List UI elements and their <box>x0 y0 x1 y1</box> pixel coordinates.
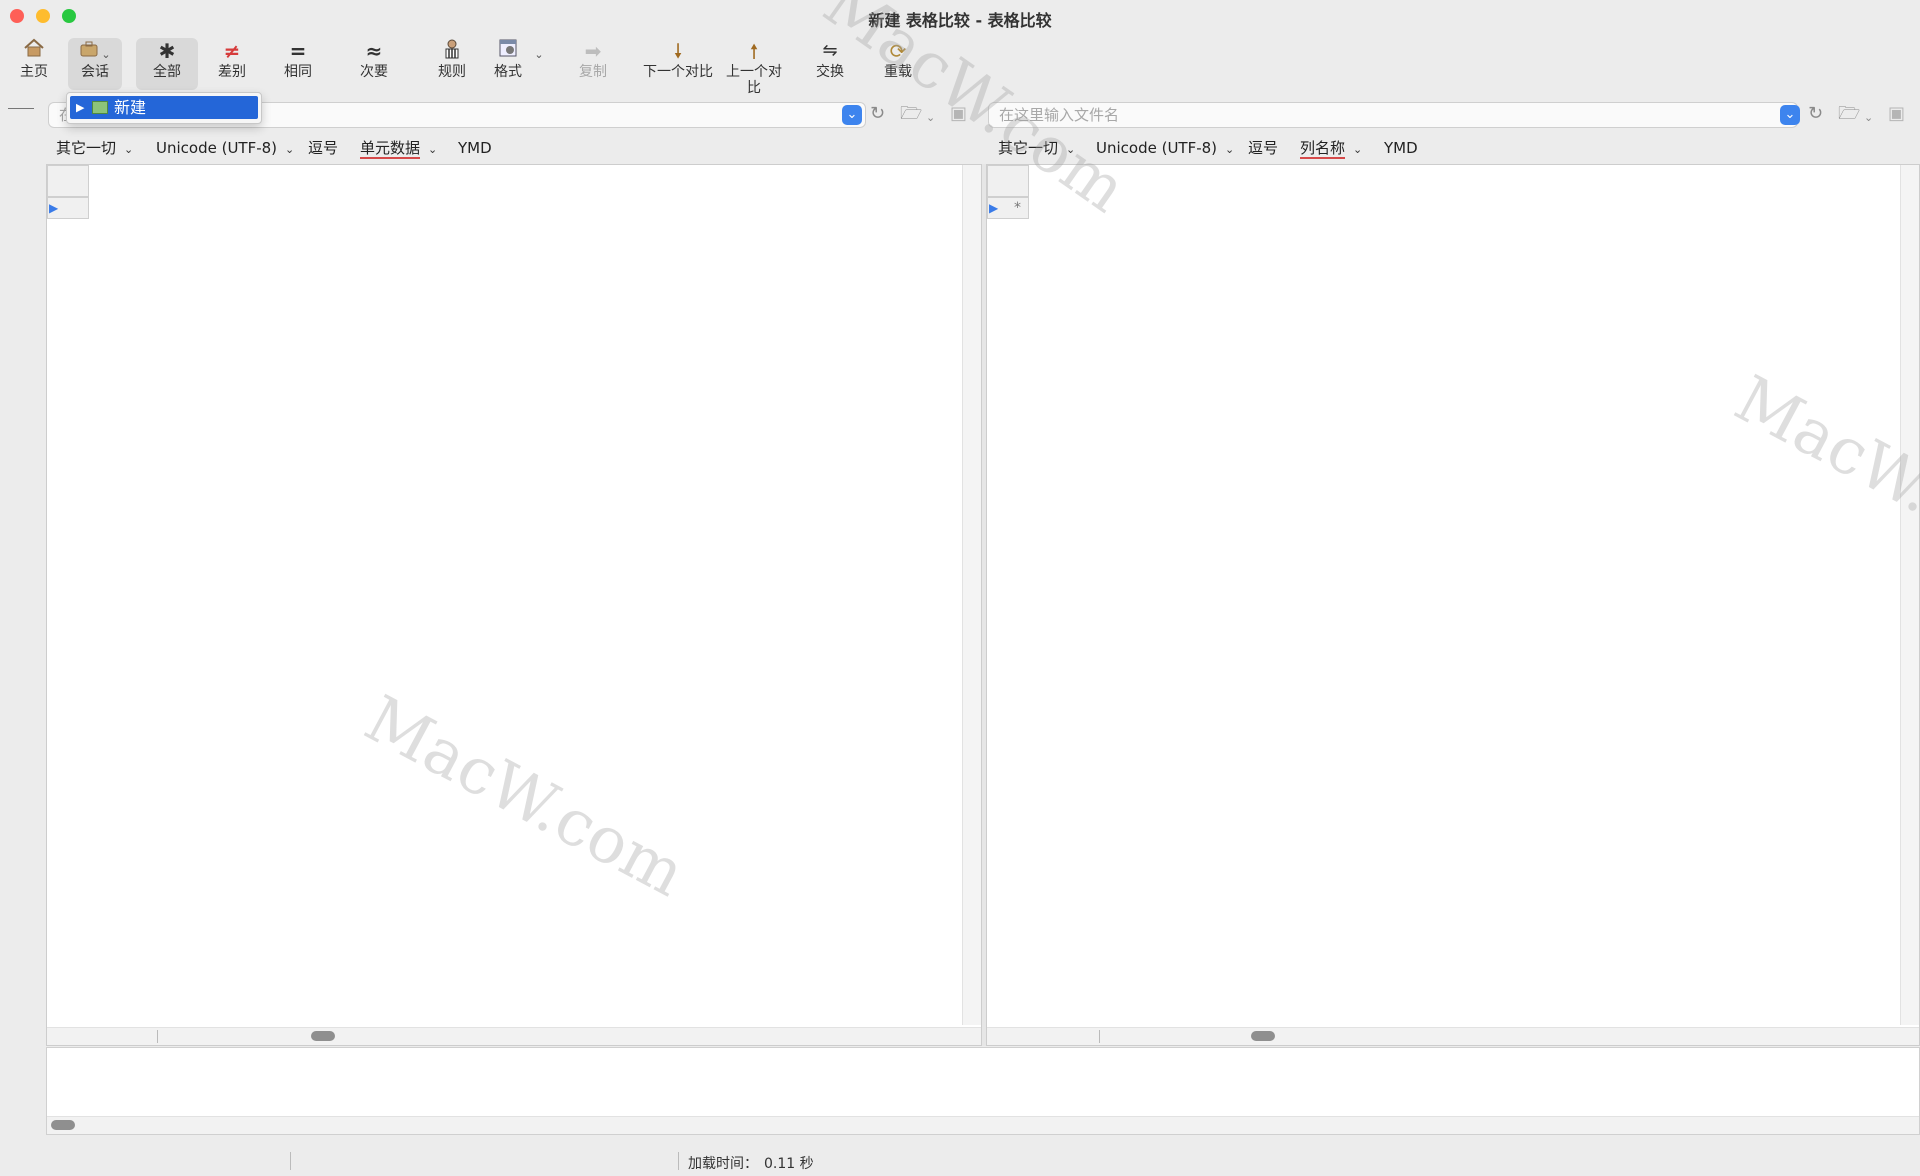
left-save-icon[interactable]: ▣ <box>950 104 967 124</box>
arrow-up-icon: 🠕 <box>749 39 759 63</box>
reload-button[interactable]: ⟳ 重载 <box>876 38 920 90</box>
show-minor-button[interactable]: ≈ 次要 <box>352 38 396 90</box>
detail-panel <box>46 1047 1920 1135</box>
disclosure-triangle-icon[interactable]: ▶ <box>76 96 84 119</box>
asterisk-icon: ✱ <box>158 39 176 63</box>
prev-diff-button[interactable]: 🠕 上一个对比 <box>724 38 784 96</box>
left-vertical-scrollbar[interactable] <box>962 165 981 1025</box>
right-table-grid[interactable]: ▶ * <box>986 164 1920 1046</box>
left-encoding-select[interactable]: Unicode (UTF-8) ⌄ <box>156 135 294 163</box>
format-button[interactable]: ⌄ 格式 <box>490 38 552 90</box>
load-time-label: 加载时间： <box>688 1156 758 1172</box>
right-path-input[interactable] <box>989 103 1797 127</box>
status-bar: 加载时间： 0.11 秒 <box>0 1148 1920 1176</box>
left-open-folder-icon[interactable]: 🗁 <box>900 104 922 124</box>
session-menu: ▶ 新建 <box>66 92 262 124</box>
session-file-icon <box>92 101 108 114</box>
left-open-dropdown-icon[interactable]: ⌄ <box>926 108 935 128</box>
right-path-field[interactable] <box>988 102 1798 128</box>
left-corner-cell <box>47 165 89 197</box>
copy-button[interactable]: ➡ 复制 <box>572 38 614 90</box>
left-filter-select[interactable]: 其它一切 ⌄ <box>56 135 133 163</box>
right-save-icon[interactable]: ▣ <box>1888 104 1905 124</box>
right-corner-cell <box>987 165 1029 197</box>
right-delimiter-select[interactable]: 逗号 <box>1248 135 1278 161</box>
load-time-value: 0.11 秒 <box>764 1156 814 1172</box>
right-history-dropdown[interactable]: ⌄ <box>1780 105 1800 125</box>
left-scroll-thumb[interactable] <box>311 1031 335 1041</box>
show-same-button[interactable]: = 相同 <box>276 38 320 90</box>
left-table-grid[interactable]: ▶ <box>46 164 982 1046</box>
right-open-dropdown-icon[interactable]: ⌄ <box>1864 108 1873 128</box>
left-history-dropdown[interactable]: ⌄ <box>842 105 862 125</box>
swap-icon: ⇋ <box>822 40 838 61</box>
house-icon <box>14 38 54 64</box>
left-date-format[interactable]: YMD <box>458 135 492 161</box>
right-horizontal-scrollbar[interactable] <box>987 1027 1919 1045</box>
approx-icon: ≈ <box>365 39 383 63</box>
home-button[interactable]: 主页 <box>14 38 54 90</box>
right-filter-select[interactable]: 其它一切 ⌄ <box>998 135 1075 163</box>
current-row-arrow-icon: ▶ <box>989 201 999 215</box>
swap-button[interactable]: ⇋ 交换 <box>808 38 852 90</box>
right-date-format[interactable]: YMD <box>1384 135 1418 161</box>
show-diffs-button[interactable]: ≠ 差别 <box>210 38 254 90</box>
session-menu-item-new[interactable]: ▶ 新建 <box>70 96 258 119</box>
session-button[interactable]: ⌄ 会话 <box>68 38 122 90</box>
arrow-right-icon: ➡ <box>584 39 602 63</box>
arrow-down-icon: 🠗 <box>673 39 683 63</box>
referee-icon <box>430 38 474 64</box>
left-horizontal-scrollbar[interactable] <box>47 1027 981 1045</box>
window-title: 新建 表格比较 - 表格比较 <box>868 11 1052 30</box>
briefcase-icon: ⌄ <box>68 38 122 64</box>
reload-icon: ⟳ <box>889 39 907 63</box>
left-header-select[interactable]: 单元数据 ⌄ <box>360 135 437 163</box>
left-row-header[interactable]: ▶ <box>47 197 89 219</box>
right-options-row: 其它一切 ⌄ Unicode (UTF-8) ⌄ 逗号 列名称 ⌄ YMD <box>988 135 1920 161</box>
show-all-button[interactable]: ✱ 全部 <box>136 38 198 90</box>
right-scroll-thumb[interactable] <box>1251 1031 1275 1041</box>
right-open-folder-icon[interactable]: 🗁 <box>1838 104 1860 124</box>
left-delimiter-select[interactable]: 逗号 <box>308 135 338 161</box>
detail-horizontal-scrollbar[interactable] <box>47 1116 1919 1134</box>
title-bar: 新建 表格比较 - 表格比较 <box>0 0 1920 34</box>
rules-button[interactable]: 规则 <box>430 38 474 90</box>
right-vertical-scrollbar[interactable] <box>1900 165 1919 1025</box>
right-header-select[interactable]: 列名称 ⌄ <box>1300 135 1362 163</box>
current-row-arrow-icon: ▶ <box>49 201 59 215</box>
left-reload-icon[interactable]: ↻ <box>870 104 885 124</box>
new-row-marker: * <box>1014 200 1021 216</box>
right-encoding-select[interactable]: Unicode (UTF-8) ⌄ <box>1096 135 1234 163</box>
next-diff-button[interactable]: 🠗 下一个对比 <box>640 38 716 90</box>
not-equal-icon: ≠ <box>223 39 241 63</box>
right-row-header[interactable]: ▶ * <box>987 197 1029 219</box>
equals-icon: = <box>289 39 307 63</box>
left-options-row: 其它一切 ⌄ Unicode (UTF-8) ⌄ 逗号 单元数据 ⌄ YMD <box>48 135 982 161</box>
divider <box>8 108 34 109</box>
right-reload-icon[interactable]: ↻ <box>1808 104 1823 124</box>
format-gear-icon: ⌄ <box>490 38 552 64</box>
detail-scroll-thumb[interactable] <box>51 1120 75 1130</box>
